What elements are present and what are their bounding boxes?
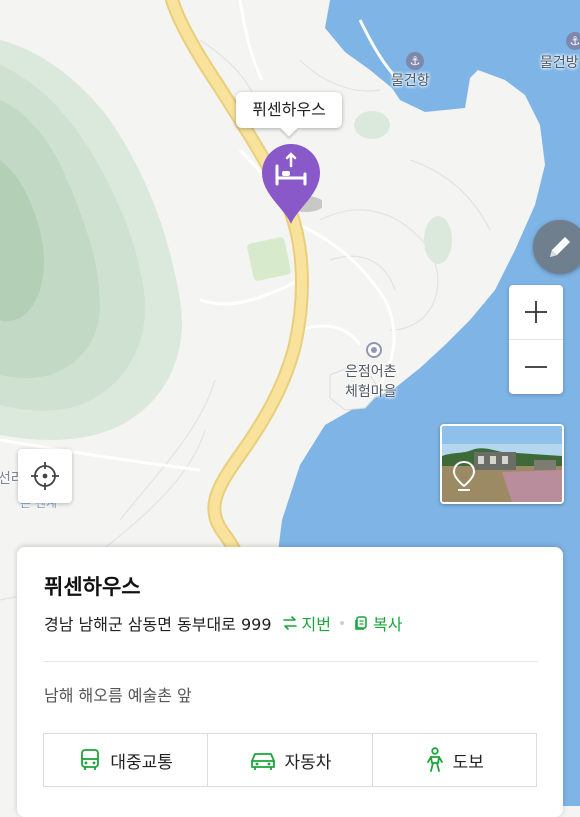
current-location-button[interactable] bbox=[18, 449, 72, 503]
anchor-icon: ⚓ bbox=[566, 32, 580, 50]
swap-arrows-icon bbox=[282, 616, 297, 630]
map-label-port-partial[interactable]: 물건방 bbox=[540, 54, 579, 72]
walking-person-icon bbox=[426, 747, 443, 772]
village-poi-icon bbox=[366, 342, 382, 358]
zoom-control bbox=[509, 285, 563, 394]
address-row: 경남 남해군 삼동면 동부대로 999 지번 복사 bbox=[44, 611, 402, 635]
marker-label[interactable]: 퓌센하우스 bbox=[236, 92, 342, 128]
transit-label: 대중교통 bbox=[110, 752, 173, 773]
copy-address-button[interactable]: 복사 bbox=[353, 611, 402, 635]
pencil-icon bbox=[550, 237, 570, 257]
car-directions-button[interactable]: 자동차 bbox=[207, 734, 371, 786]
place-title[interactable]: 퓌센하우스 bbox=[44, 571, 141, 601]
map-label-port[interactable]: 물건항 bbox=[391, 72, 430, 90]
plus-icon bbox=[525, 301, 547, 323]
crosshair-icon bbox=[31, 462, 59, 490]
place-marker[interactable] bbox=[260, 144, 322, 228]
walk-label: 도보 bbox=[452, 752, 484, 773]
card-divider bbox=[44, 661, 538, 662]
street-view-thumbnail[interactable] bbox=[440, 424, 564, 504]
map-label-village-line2[interactable]: 체험마을 bbox=[345, 383, 397, 401]
zoom-out-button[interactable] bbox=[509, 339, 563, 394]
directions-bar: 대중교통 자동차 도보 bbox=[43, 733, 537, 787]
separator-dot bbox=[339, 621, 344, 625]
walk-directions-button[interactable]: 도보 bbox=[371, 734, 536, 786]
hill-east-2 bbox=[424, 216, 452, 264]
copy-label: 복사 bbox=[372, 615, 403, 634]
zoom-in-button[interactable] bbox=[509, 285, 563, 339]
lot-address-toggle[interactable]: 지번 bbox=[282, 611, 331, 635]
copy-icon bbox=[355, 616, 367, 630]
place-info-card: 퓌센하우스 경남 남해군 삼동면 동부대로 999 지번 복사 남해 해오름 예… bbox=[17, 547, 563, 817]
lot-address-label: 지번 bbox=[301, 615, 331, 634]
transit-directions-button[interactable]: 대중교통 bbox=[44, 734, 207, 786]
car-label: 자동차 bbox=[284, 752, 332, 773]
hill-east-1 bbox=[354, 111, 390, 139]
car-icon bbox=[250, 753, 275, 770]
minus-icon bbox=[525, 366, 547, 368]
edit-map-button[interactable] bbox=[533, 220, 580, 274]
park-patch bbox=[247, 237, 291, 281]
place-description: 남해 해오름 예술촌 앞 bbox=[44, 686, 192, 705]
anchor-icon: ⚓ bbox=[406, 52, 424, 70]
address-text: 경남 남해군 삼동면 동부대로 999 bbox=[44, 615, 272, 634]
map-label-village-line1[interactable]: 은점어촌 bbox=[345, 363, 397, 381]
bus-icon bbox=[81, 749, 100, 770]
